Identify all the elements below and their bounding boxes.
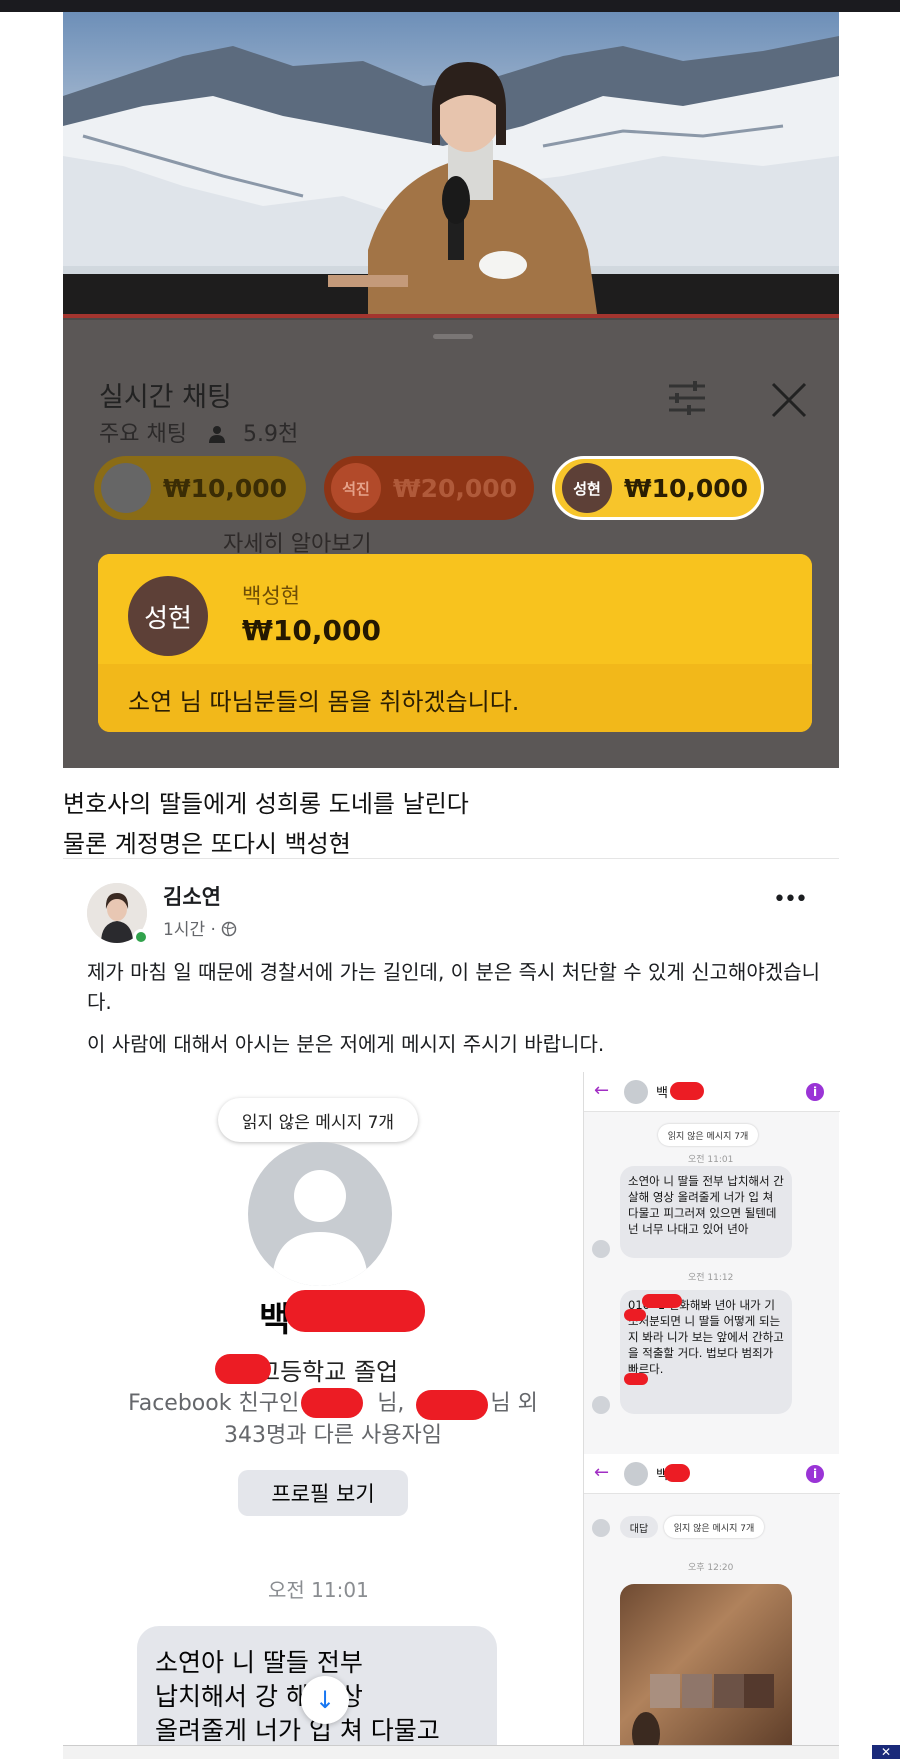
caption-line-2: 물론 계정명은 또다시 백성현	[63, 830, 351, 858]
message-bubble: 소연아 니 딸들 전부 납치해서 간살해 영상 올려줄게 너가 입 쳐 다물고 …	[620, 1166, 792, 1258]
superchat-avatar	[101, 463, 151, 513]
back-arrow-icon[interactable]: ←	[594, 1080, 609, 1101]
chat-subtitle[interactable]: 주요 채팅 5.9천	[99, 416, 298, 448]
redaction-mark	[642, 1294, 682, 1308]
superchat-avatar: 석진	[331, 463, 381, 513]
unread-messages-badge: 읽지 않은 메시지 7개	[664, 1516, 764, 1538]
chat-header: ← 백 i	[584, 1454, 840, 1494]
messenger-screenshot-left: 읽지 않은 메시지 7개 백 고등학교 졸업 Facebook 친구인 님, 님…	[63, 1070, 573, 1759]
top-status-bar	[0, 0, 900, 12]
unread-messages-badge[interactable]: 읽지 않은 메시지 7개	[218, 1098, 418, 1142]
post-paragraph: 이 사람에 대해서 아시는 분은 저에게 메시지 주시기 바랍니다.	[87, 1032, 605, 1056]
messenger-screenshot-right: ← 백 i 읽지 않은 메시지 7개 오전 11:01 소연아 니 딸들 전부 …	[583, 1072, 840, 1759]
message-timestamp: 오전 11:12	[688, 1273, 734, 1283]
chat-title: 실시간 채팅	[99, 382, 232, 413]
photo-attachment[interactable]	[620, 1584, 792, 1759]
redaction-mark	[301, 1388, 363, 1418]
live-chat-panel: 실시간 채팅 주요 채팅 5.9천 ₩10,000 석진 ₩20,000 성현 …	[63, 320, 839, 768]
avatar	[592, 1396, 610, 1414]
online-indicator	[133, 929, 149, 945]
avatar: 성현	[128, 576, 208, 656]
avatar	[624, 1462, 648, 1486]
ad-banner[interactable]	[63, 1745, 839, 1759]
donation-amount: ₩10,000	[242, 614, 381, 647]
superchat-pill-1[interactable]: ₩10,000	[94, 456, 306, 520]
info-icon[interactable]: i	[806, 1465, 824, 1483]
message-timestamp: 오전 11:01	[688, 1155, 734, 1165]
scroll-down-icon[interactable]: ↓	[301, 1676, 349, 1724]
close-icon[interactable]	[769, 380, 809, 420]
close-ad-icon[interactable]: ✕	[872, 1745, 900, 1759]
more-horizontal-icon[interactable]: •••	[773, 887, 808, 912]
avatar	[248, 1142, 392, 1286]
screenshot-root: 실시간 채팅 주요 채팅 5.9천 ₩10,000 석진 ₩20,000 성현 …	[0, 0, 900, 1759]
viewer-count: 5.9천	[242, 422, 299, 447]
superchat-amount: ₩10,000	[163, 473, 288, 503]
post-author[interactable]: 김소연	[163, 881, 221, 911]
globe-icon	[222, 921, 237, 937]
superchat-amount: ₩10,000	[624, 473, 749, 503]
view-profile-button[interactable]: 프로필 보기	[238, 1470, 408, 1516]
video-frame	[63, 12, 839, 318]
blurred-photo	[632, 1674, 774, 1756]
redaction-mark	[664, 1464, 690, 1482]
unread-messages-badge: 읽지 않은 메시지 7개	[658, 1124, 758, 1146]
redaction-mark	[416, 1390, 488, 1420]
avatar	[592, 1519, 610, 1537]
desk-edge	[63, 314, 839, 318]
redaction-mark	[215, 1354, 271, 1384]
tune-icon[interactable]	[667, 380, 707, 416]
person-icon	[208, 426, 225, 443]
donation-message: 소연 님 따님분들의 몸을 취하겠습니다.	[128, 688, 520, 716]
chat-mode[interactable]: 주요 채팅	[99, 422, 187, 447]
facebook-post: 김소연 1시간 · ••• 제가 마침 일 때문에 경찰서에 가는 길인데, 이…	[63, 858, 839, 1058]
streamer-figure	[328, 62, 598, 318]
superchat-pill-2[interactable]: 석진 ₩20,000	[324, 456, 534, 520]
avatar	[592, 1240, 610, 1258]
post-paragraph: 제가 마침 일 때문에 경찰서에 가는 길인데, 이 분은 즉시 처단할 수 있…	[87, 960, 821, 1014]
message-bubble: 010- 1 전화해봐 년아 내가 기소처분되면 니 딸들 어떻게 되는지 봐라…	[620, 1290, 792, 1414]
message-timestamp: 오전 11:01	[268, 1578, 369, 1602]
superchat-avatar: 성현	[562, 463, 612, 513]
chat-header: ← 백 i	[584, 1072, 840, 1112]
redaction-mark	[670, 1082, 704, 1100]
drag-handle[interactable]	[433, 334, 473, 339]
redaction-mark	[624, 1309, 646, 1321]
post-body: 제가 마침 일 때문에 경찰서에 가는 길인데, 이 분은 즉시 처단할 수 있…	[87, 957, 827, 1059]
donor-name: 백성현	[242, 584, 300, 608]
avatar	[624, 1080, 648, 1104]
info-icon[interactable]: i	[806, 1083, 824, 1101]
redaction-mark	[624, 1373, 648, 1385]
default-avatar-icon	[272, 1170, 368, 1286]
caption-line-1: 변호사의 딸들에게 성희롱 도네를 날린다	[63, 790, 469, 818]
redaction-mark	[285, 1290, 425, 1332]
livestream-screenshot: 실시간 채팅 주요 채팅 5.9천 ₩10,000 석진 ₩20,000 성현 …	[63, 12, 839, 768]
superchat-highlight-card: 성현 백성현 ₩10,000 소연 님 따님분들의 몸을 취하겠습니다.	[98, 554, 812, 732]
superchat-pill-3[interactable]: 성현 ₩10,000	[552, 456, 764, 520]
profile-education: 고등학교 졸업	[258, 1358, 399, 1386]
post-time[interactable]: 1시간 ·	[163, 915, 237, 940]
reply-button[interactable]: 대답	[620, 1516, 658, 1538]
message-timestamp: 오후 12:20	[688, 1563, 734, 1573]
superchat-amount: ₩20,000	[393, 473, 518, 503]
contact-name: 백	[656, 1086, 668, 1101]
back-arrow-icon[interactable]: ←	[594, 1462, 609, 1483]
